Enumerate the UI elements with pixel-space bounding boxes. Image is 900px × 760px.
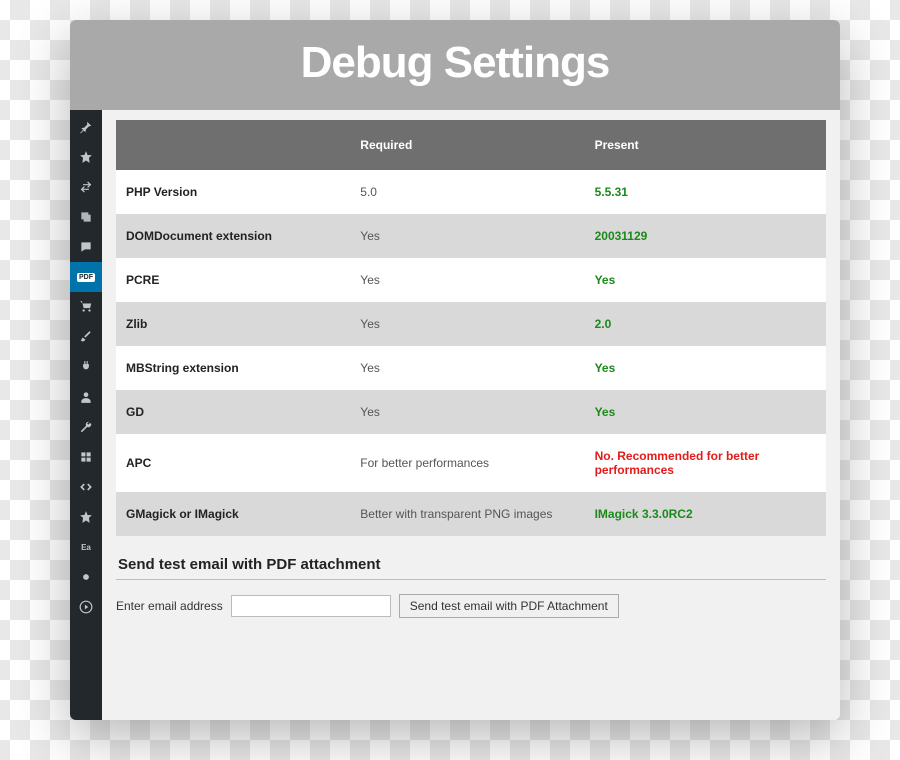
req-present: IMagick 3.3.0RC2 [585,492,826,536]
grid-icon[interactable] [70,442,102,472]
wrench-icon[interactable] [70,412,102,442]
email-row: Enter email address Send test email with… [116,594,826,618]
req-required: Yes [350,302,584,346]
main-panel: Required Present PHP Version5.05.5.31DOM… [102,110,840,720]
cart-icon[interactable] [70,292,102,322]
table-row: APCFor better performancesNo. Recommende… [116,434,826,492]
page-title: Debug Settings [70,20,840,110]
admin-sidebar: PDF [70,110,102,720]
table-row: GDYesYes [116,390,826,434]
req-required: Yes [350,214,584,258]
user-icon[interactable] [70,382,102,412]
send-test-email-button[interactable]: Send test email with PDF Attachment [399,594,619,618]
pdf-icon[interactable]: PDF [70,262,102,292]
req-name: GD [116,390,350,434]
ea-icon[interactable]: Ea [70,532,102,562]
play-icon[interactable] [70,592,102,622]
req-name: GMagick or IMagick [116,492,350,536]
brush-icon[interactable] [70,322,102,352]
app-window: Debug Settings PDF [70,20,840,720]
table-row: ZlibYes2.0 [116,302,826,346]
code-icon[interactable] [70,472,102,502]
req-name: PHP Version [116,170,350,214]
table-row: PCREYesYes [116,258,826,302]
switch-icon[interactable] [70,172,102,202]
misc-icon[interactable] [70,562,102,592]
col-required: Required [350,120,584,170]
table-row: MBString extensionYesYes [116,346,826,390]
email-input[interactable] [231,595,391,617]
req-name: APC [116,434,350,492]
req-required: Yes [350,258,584,302]
req-required: Better with transparent PNG images [350,492,584,536]
col-blank [116,120,350,170]
email-input-label: Enter email address [116,599,223,613]
req-required: For better performances [350,434,584,492]
table-row: DOMDocument extensionYes20031129 [116,214,826,258]
req-name: DOMDocument extension [116,214,350,258]
req-name: Zlib [116,302,350,346]
stack-icon[interactable] [70,202,102,232]
req-present: Yes [585,346,826,390]
req-present: 20031129 [585,214,826,258]
requirements-table: Required Present PHP Version5.05.5.31DOM… [116,120,826,536]
pin-icon[interactable] [70,112,102,142]
req-present: Yes [585,390,826,434]
comment-icon[interactable] [70,232,102,262]
req-present: 2.0 [585,302,826,346]
star2-icon[interactable] [70,502,102,532]
req-present: No. Recommended for better performances [585,434,826,492]
req-required: Yes [350,390,584,434]
col-present: Present [585,120,826,170]
star-icon[interactable] [70,142,102,172]
table-row: PHP Version5.05.5.31 [116,170,826,214]
req-present: 5.5.31 [585,170,826,214]
req-name: MBString extension [116,346,350,390]
table-row: GMagick or IMagickBetter with transparen… [116,492,826,536]
req-required: Yes [350,346,584,390]
req-required: 5.0 [350,170,584,214]
email-section-heading: Send test email with PDF attachment [116,550,826,580]
req-name: PCRE [116,258,350,302]
plug-icon[interactable] [70,352,102,382]
req-present: Yes [585,258,826,302]
app-body: PDF [70,110,840,720]
